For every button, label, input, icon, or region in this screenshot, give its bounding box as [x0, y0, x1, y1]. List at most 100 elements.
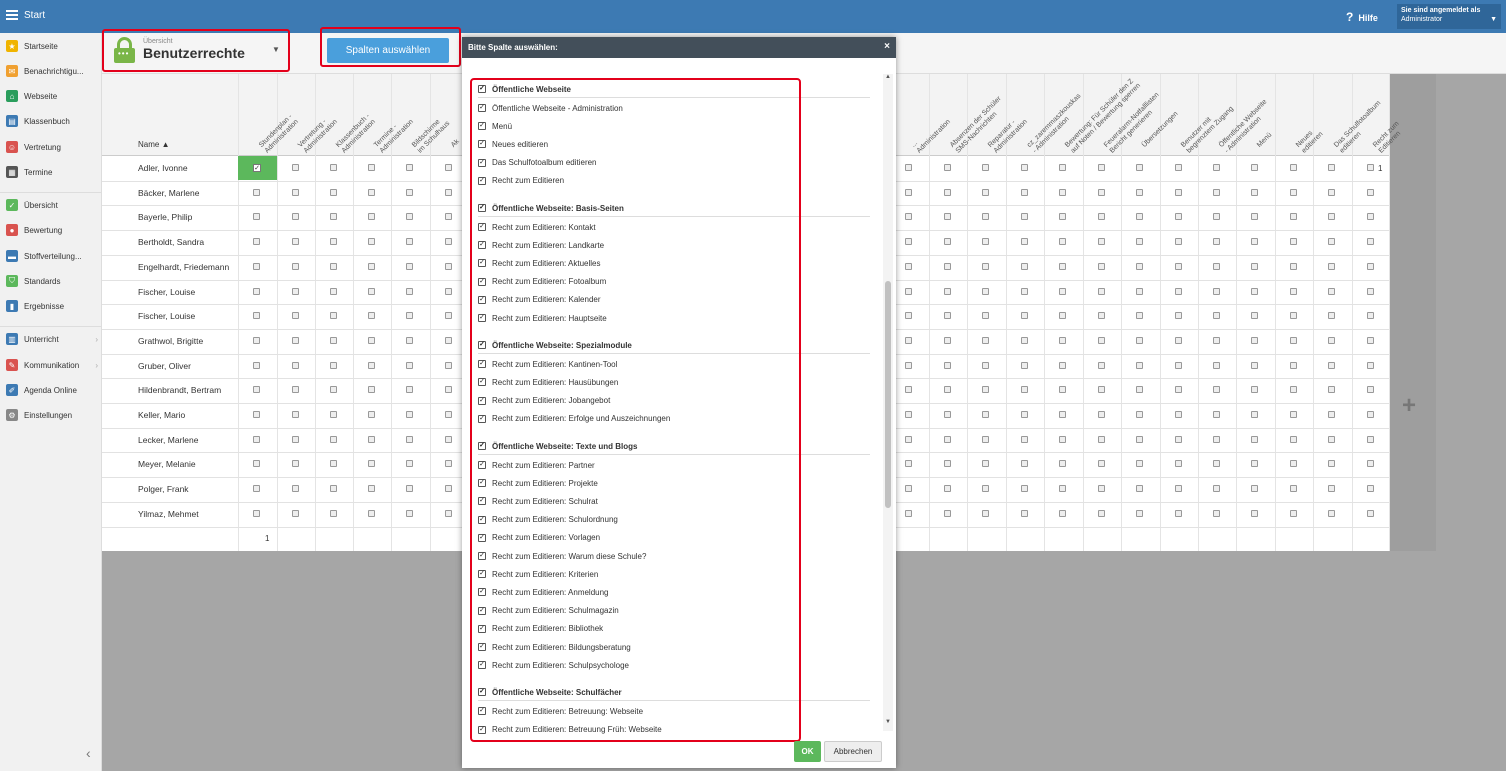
permission-checkbox[interactable]: [1367, 336, 1374, 344]
permission-checkbox[interactable]: [1059, 188, 1066, 196]
permission-checkbox[interactable]: [982, 411, 989, 418]
permission-checkbox[interactable]: [1328, 435, 1335, 443]
permission-checkbox[interactable]: [982, 361, 989, 369]
permission-checkbox[interactable]: [368, 262, 375, 270]
permission-checkbox[interactable]: [368, 460, 375, 468]
permission-checkbox[interactable]: [1290, 188, 1297, 196]
permission-checkbox[interactable]: [944, 312, 951, 320]
permission-checkbox[interactable]: [982, 336, 989, 344]
permission-checkbox[interactable]: [1213, 312, 1220, 320]
permission-checkbox[interactable]: [944, 361, 951, 369]
permission-checkbox[interactable]: [330, 361, 337, 369]
cancel-button[interactable]: Abbrechen: [824, 741, 882, 762]
permission-checkbox[interactable]: [1021, 213, 1028, 221]
permission-checkbox[interactable]: [445, 164, 452, 171]
permission-checkbox[interactable]: [1328, 460, 1335, 468]
permission-checkbox[interactable]: [905, 485, 912, 493]
app-title[interactable]: Start: [24, 10, 45, 21]
permission-checkbox[interactable]: [905, 411, 912, 418]
permission-checkbox[interactable]: [1251, 164, 1258, 171]
permission-checkbox[interactable]: [330, 188, 337, 196]
permission-checkbox[interactable]: [1175, 336, 1182, 344]
permission-checkbox[interactable]: [1175, 164, 1182, 171]
permission-checkbox[interactable]: [253, 386, 260, 394]
permission-checkbox[interactable]: [253, 460, 260, 468]
permission-checkbox[interactable]: [1251, 287, 1258, 295]
permission-checkbox[interactable]: [905, 287, 912, 295]
sidebar-item-klassenbuch[interactable]: ▤ Klassenbuch: [0, 110, 102, 132]
permission-checkbox[interactable]: [292, 460, 299, 468]
permission-checkbox[interactable]: [253, 509, 260, 517]
permission-checkbox[interactable]: [1328, 287, 1335, 295]
permission-checkbox[interactable]: [330, 238, 337, 246]
permission-checkbox[interactable]: [368, 312, 375, 320]
permission-checkbox[interactable]: [1251, 435, 1258, 443]
permission-checkbox[interactable]: [1021, 164, 1028, 171]
permission-checkbox[interactable]: [1328, 411, 1335, 418]
sidebar-item-einstellungen[interactable]: ⚙ Einstellungen: [0, 404, 102, 426]
permission-checkbox[interactable]: [292, 188, 299, 196]
permission-checkbox[interactable]: [1290, 460, 1297, 468]
plus-icon[interactable]: +: [1402, 392, 1416, 420]
permission-checkbox[interactable]: [1367, 188, 1374, 196]
permission-checkbox[interactable]: [253, 435, 260, 443]
permission-checkbox[interactable]: [1098, 312, 1105, 320]
permission-checkbox[interactable]: [1136, 460, 1143, 468]
permission-checkbox[interactable]: [1290, 485, 1297, 493]
sidebar-item-ergebnisse[interactable]: ▮ Ergebnisse: [0, 295, 102, 317]
permission-checkbox[interactable]: [1059, 386, 1066, 394]
permission-checkbox[interactable]: [292, 238, 299, 246]
permission-checkbox[interactable]: [1098, 164, 1105, 171]
permission-checkbox[interactable]: [253, 213, 260, 221]
permission-checkbox[interactable]: [1251, 509, 1258, 517]
permission-checkbox[interactable]: [1213, 262, 1220, 270]
permission-checkbox[interactable]: [1059, 361, 1066, 369]
collapse-sidebar-icon[interactable]: ‹: [86, 745, 91, 761]
permission-checkbox[interactable]: [1213, 485, 1220, 493]
permission-checkbox[interactable]: [1290, 435, 1297, 443]
sidebar-item-webseite[interactable]: ⌂ Webseite: [0, 85, 102, 107]
permission-checkbox[interactable]: [406, 435, 413, 443]
permission-checkbox[interactable]: [445, 262, 452, 270]
permission-checkbox[interactable]: [1328, 262, 1335, 270]
permission-checkbox[interactable]: [905, 164, 912, 171]
permission-checkbox[interactable]: [1136, 188, 1143, 196]
permission-checkbox[interactable]: [445, 435, 452, 443]
permission-checkbox[interactable]: [1213, 238, 1220, 246]
permission-checkbox[interactable]: [445, 213, 452, 221]
permission-checkbox[interactable]: [1213, 336, 1220, 344]
permission-checkbox[interactable]: [1175, 460, 1182, 468]
permission-checkbox-checked[interactable]: ✓: [238, 156, 277, 180]
dialog-scrollbar[interactable]: ▲ ▼: [883, 74, 893, 731]
permission-checkbox[interactable]: [1367, 386, 1374, 394]
permission-checkbox[interactable]: [982, 164, 989, 171]
permission-checkbox[interactable]: [445, 460, 452, 468]
permission-checkbox[interactable]: [368, 386, 375, 394]
permission-checkbox[interactable]: [944, 460, 951, 468]
permission-checkbox[interactable]: [330, 336, 337, 344]
permission-checkbox[interactable]: [1367, 287, 1374, 295]
ok-button[interactable]: OK: [794, 741, 821, 762]
permission-checkbox[interactable]: [445, 386, 452, 394]
permission-checkbox[interactable]: [1136, 336, 1143, 344]
permission-checkbox[interactable]: [1136, 411, 1143, 418]
permission-checkbox[interactable]: [1367, 485, 1374, 493]
permission-checkbox[interactable]: [1328, 213, 1335, 221]
permission-checkbox[interactable]: [1021, 287, 1028, 295]
permission-checkbox[interactable]: [1021, 312, 1028, 320]
permission-checkbox[interactable]: [1213, 386, 1220, 394]
permission-checkbox[interactable]: [982, 238, 989, 246]
permission-checkbox[interactable]: [368, 435, 375, 443]
permission-checkbox[interactable]: [1098, 386, 1105, 394]
permission-checkbox[interactable]: [445, 336, 452, 344]
permission-checkbox[interactable]: [1059, 262, 1066, 270]
permission-checkbox[interactable]: [406, 164, 413, 171]
sidebar-item-kommunikation[interactable]: ✎ Kommunikation ›: [0, 354, 102, 376]
permission-checkbox[interactable]: [1059, 509, 1066, 517]
permission-checkbox[interactable]: [406, 509, 413, 517]
permission-checkbox[interactable]: [1059, 213, 1066, 221]
permission-checkbox[interactable]: [1251, 262, 1258, 270]
select-columns-button[interactable]: Spalten auswählen: [327, 38, 449, 63]
permission-checkbox[interactable]: [1175, 238, 1182, 246]
scrollbar-thumb[interactable]: [885, 281, 891, 508]
